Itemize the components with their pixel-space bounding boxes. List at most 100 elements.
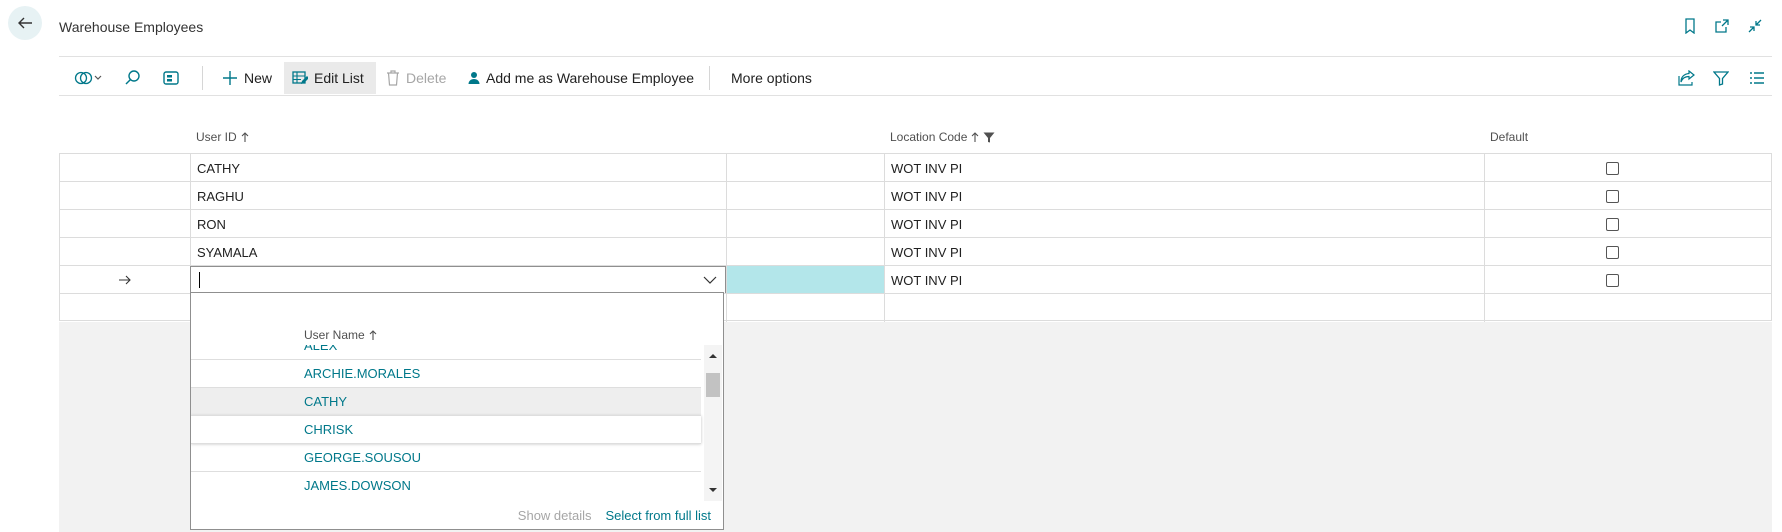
default-cell xyxy=(1484,210,1772,238)
share-icon xyxy=(1678,70,1695,86)
column-header-user-id[interactable]: User ID xyxy=(196,130,249,144)
spacer-cell xyxy=(726,294,884,322)
delete-label: Delete xyxy=(406,70,447,86)
default-cell xyxy=(1484,238,1772,266)
sort-ascending-icon xyxy=(369,329,377,340)
edit-highlight-cell xyxy=(726,266,884,294)
location-code-cell[interactable]: WOT INV PI xyxy=(884,266,1484,294)
default-checkbox[interactable] xyxy=(1606,189,1619,203)
collapse-icon[interactable] xyxy=(1745,16,1765,36)
user-id-cell[interactable]: RAGHU xyxy=(190,182,726,210)
default-checkbox[interactable] xyxy=(1606,273,1619,287)
analysis-icon xyxy=(74,71,102,85)
scroll-down-icon[interactable] xyxy=(708,487,718,493)
bookmark-icon[interactable] xyxy=(1680,16,1700,36)
lookup-scrollbar[interactable] xyxy=(704,345,722,501)
back-arrow-icon xyxy=(18,17,32,29)
spacer-cell xyxy=(726,154,884,182)
table-row[interactable]: RAGHU WOT INV PI xyxy=(59,181,1772,210)
back-button[interactable] xyxy=(8,6,42,40)
analysis-mode-button[interactable] xyxy=(66,62,112,94)
user-name-header-label: User Name xyxy=(304,328,365,342)
spacer-cell xyxy=(726,210,884,238)
table-row-active[interactable]: WOT INV PI xyxy=(59,265,1772,294)
filter-pane-icon xyxy=(163,71,179,85)
filter-icon xyxy=(1713,71,1729,86)
person-icon xyxy=(468,72,480,84)
open-new-window-icon[interactable] xyxy=(1712,16,1732,36)
list-item[interactable]: ARCHIE.MORALES xyxy=(191,359,701,387)
default-cell xyxy=(1484,294,1772,322)
default-header-label: Default xyxy=(1490,130,1529,144)
edit-list-icon xyxy=(292,71,308,84)
list-item[interactable]: ALEX xyxy=(191,345,701,359)
scroll-up-icon[interactable] xyxy=(708,353,718,359)
row-indicator xyxy=(59,266,190,294)
sort-ascending-icon xyxy=(972,131,979,142)
toolbar-divider xyxy=(709,66,710,90)
toolbar-divider xyxy=(202,66,203,90)
default-cell xyxy=(1484,266,1772,294)
location-code-cell[interactable]: WOT INV PI xyxy=(884,210,1484,238)
new-button[interactable]: New xyxy=(214,62,280,94)
location-code-cell[interactable]: WOT INV PI xyxy=(884,238,1484,266)
table-row[interactable]: CATHY WOT INV PI xyxy=(59,153,1772,182)
filter-applied-icon xyxy=(983,132,995,142)
default-checkbox[interactable] xyxy=(1606,161,1619,175)
table-row[interactable]: RON WOT INV PI xyxy=(59,209,1772,238)
table-row[interactable]: SYAMALA WOT INV PI xyxy=(59,237,1772,266)
more-options-label: More options xyxy=(731,70,812,86)
page-title: Warehouse Employees xyxy=(59,19,204,35)
user-id-cell[interactable]: SYAMALA xyxy=(190,238,726,266)
default-cell xyxy=(1484,182,1772,210)
user-id-header-label: User ID xyxy=(196,130,237,144)
list-item-selected[interactable]: CATHY xyxy=(191,387,701,415)
header-divider xyxy=(59,56,1772,57)
current-row-arrow-icon xyxy=(118,275,131,285)
user-id-input[interactable] xyxy=(190,266,726,294)
plus-icon xyxy=(223,71,237,85)
search-button[interactable] xyxy=(116,62,150,94)
spacer-cell xyxy=(726,238,884,266)
delete-button[interactable]: Delete xyxy=(378,62,454,94)
user-lookup-dropdown: User Name ALEX ARCHIE.MORALES CATHY CHRI… xyxy=(190,292,724,530)
edit-list-button[interactable]: Edit List xyxy=(284,62,376,94)
list-view-button[interactable] xyxy=(1741,62,1773,94)
select-from-full-list-link[interactable]: Select from full list xyxy=(606,508,711,523)
location-code-header-label: Location Code xyxy=(890,130,968,144)
more-options-button[interactable]: More options xyxy=(723,62,820,94)
column-header-default[interactable]: Default xyxy=(1490,130,1528,144)
user-id-cell[interactable]: RON xyxy=(190,210,726,238)
share-button[interactable] xyxy=(1670,62,1704,94)
toolbar-divider-line xyxy=(59,95,1772,96)
column-header-location-code[interactable]: Location Code xyxy=(890,130,995,144)
list-item[interactable]: JAMES.DOWSON xyxy=(191,471,701,499)
default-checkbox[interactable] xyxy=(1606,217,1619,231)
location-code-cell[interactable]: WOT INV PI xyxy=(884,154,1484,182)
show-details-link[interactable]: Show details xyxy=(518,508,592,523)
location-code-cell[interactable]: WOT INV PI xyxy=(884,182,1484,210)
text-cursor xyxy=(199,272,200,288)
chevron-down-icon[interactable] xyxy=(703,276,717,284)
list-item-hovered[interactable]: CHRISK xyxy=(191,415,701,443)
user-id-cell[interactable]: CATHY xyxy=(190,154,726,182)
filter-button[interactable] xyxy=(1705,62,1737,94)
filter-pane-button[interactable] xyxy=(154,62,188,94)
search-icon xyxy=(125,70,140,85)
scroll-thumb[interactable] xyxy=(706,373,720,397)
add-me-button[interactable]: Add me as Warehouse Employee xyxy=(460,62,702,94)
list-icon xyxy=(1750,72,1764,84)
spacer-cell xyxy=(726,182,884,210)
location-code-cell[interactable] xyxy=(884,294,1484,322)
lookup-column-header[interactable]: User Name xyxy=(304,328,377,342)
list-item[interactable]: GEORGE.SOUSOU xyxy=(191,443,701,471)
default-cell xyxy=(1484,154,1772,182)
add-me-label: Add me as Warehouse Employee xyxy=(486,70,695,86)
lookup-list: ALEX ARCHIE.MORALES CATHY CHRISK GEORGE.… xyxy=(191,345,723,501)
new-label: New xyxy=(244,70,273,86)
lookup-footer: Show details Select from full list xyxy=(518,508,711,523)
trash-icon xyxy=(387,70,399,86)
sort-ascending-icon xyxy=(241,131,249,142)
default-checkbox[interactable] xyxy=(1606,245,1619,259)
edit-list-label: Edit List xyxy=(314,70,364,86)
